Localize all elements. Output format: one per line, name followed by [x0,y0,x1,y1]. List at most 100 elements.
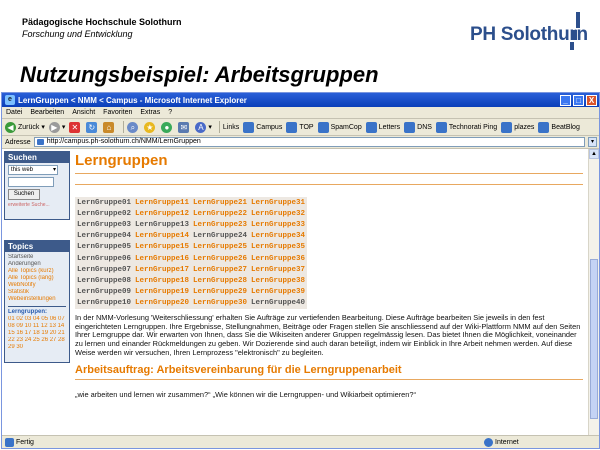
minimize-button[interactable]: _ [560,94,571,106]
group-link[interactable]: LernGruppe07 [75,264,133,275]
group-link[interactable]: LernGruppe29 [191,287,249,298]
link-letters[interactable]: Letters [365,121,400,133]
topic-webeinstellungen[interactable]: Webeinstellungen [8,296,66,303]
group-link[interactable]: LernGruppe24 [191,231,249,242]
group-link[interactable]: LernGruppe11 [133,197,191,208]
group-link[interactable]: LernGruppe27 [191,264,249,275]
menu-favoriten[interactable]: Favoriten [103,109,132,116]
group-link[interactable]: LernGruppe30 [191,298,249,309]
group-link[interactable]: LernGruppe21 [191,197,249,208]
group-link[interactable]: LernGruppe38 [249,275,307,286]
link-top[interactable]: TOP [286,121,314,133]
link-label: Campus [256,123,283,131]
group-number-links[interactable]: 08 09 10 11 12 13 14 [8,323,66,330]
topic-alle-lang[interactable]: Alle Topics (lang) [8,275,66,282]
search-toolbar-button[interactable]: ⌕ [127,121,140,133]
mail-button[interactable]: ✉ [178,121,191,133]
link-label: BeatBlog [551,123,580,131]
group-link[interactable]: LernGruppe19 [133,287,191,298]
stop-button[interactable]: ✕ [69,121,82,133]
group-link[interactable]: LernGruppe15 [133,242,191,253]
group-link[interactable]: LernGruppe04 [75,231,133,242]
topic-startseite[interactable]: Startseite [8,254,66,261]
group-link[interactable]: LernGruppe03 [75,219,133,230]
maximize-button[interactable]: □ [573,94,584,106]
group-link[interactable]: LernGruppe16 [133,253,191,264]
group-link[interactable]: LernGruppe25 [191,242,249,253]
font-button[interactable]: A ▾ [195,121,212,133]
link-label: Technorati Ping [448,123,498,131]
group-link[interactable]: LernGruppe10 [75,298,133,309]
vertical-scrollbar[interactable]: ▲ [588,149,599,436]
group-link[interactable]: LernGruppe12 [133,208,191,219]
refresh-button[interactable]: ↻ [86,121,99,133]
link-beatblog[interactable]: BeatBlog [538,121,580,133]
address-input[interactable]: http://campus.ph-solothurn.ch/NMM/LernGr… [33,137,585,147]
topic-statistik[interactable]: Statistik [8,289,66,296]
group-number-links[interactable]: 01 02 03 04 05 06 07 [8,316,66,323]
link-campus[interactable]: Campus [243,121,283,133]
group-number-links[interactable]: 15 16 17 18 19 20 21 [8,330,66,337]
group-link[interactable]: LernGruppe20 [133,298,191,309]
topic-aenderungen[interactable]: Änderungen [8,261,66,268]
group-link[interactable]: LernGruppe14 [133,231,191,242]
group-row: LernGruppe04 LernGruppe14 LernGruppe24 Lern… [75,231,307,242]
window-titlebar[interactable]: e LernGruppen < NMM < Campus - Microsoft… [2,93,599,107]
font-icon: A [195,121,207,133]
search-input[interactable] [8,177,54,187]
group-number-links[interactable]: 29 30 [8,344,66,351]
menu-help[interactable]: ? [168,109,172,116]
scroll-up-arrow-icon[interactable]: ▲ [589,149,599,159]
menu-bearbeiten[interactable]: Bearbeiten [30,109,64,116]
address-dropdown[interactable]: ▾ [588,137,597,147]
group-link[interactable]: LernGruppe40 [249,298,307,309]
group-link[interactable]: LernGruppe35 [249,242,307,253]
group-link[interactable]: LernGruppe13 [133,219,191,230]
group-link[interactable]: LernGruppe01 [75,197,133,208]
menu-ansicht[interactable]: Ansicht [72,109,95,116]
divider [75,184,583,185]
group-link[interactable]: LernGruppe02 [75,208,133,219]
group-link[interactable]: LernGruppe32 [249,208,307,219]
forward-button[interactable]: ▶ ▾ [48,121,65,133]
group-link[interactable]: LernGruppe26 [191,253,249,264]
group-link[interactable]: LernGruppe09 [75,287,133,298]
group-row: LernGruppe09 LernGruppe19 LernGruppe29 Lern… [75,287,307,298]
close-button[interactable]: X [586,94,597,106]
home-button[interactable]: ⌂ [103,121,116,133]
group-link[interactable]: LernGruppe37 [249,264,307,275]
menu-datei[interactable]: Datei [6,109,22,116]
group-link[interactable]: LernGruppe31 [249,197,307,208]
group-link[interactable]: LernGruppe06 [75,253,133,264]
media-button[interactable]: ● [161,121,174,133]
group-link[interactable]: LernGruppe36 [249,253,307,264]
group-link[interactable]: LernGruppe08 [75,275,133,286]
group-link[interactable]: LernGruppe17 [133,264,191,275]
group-link[interactable]: LernGruppe34 [249,231,307,242]
advanced-search-link[interactable]: erweiterte Suche... [8,202,66,208]
toolbar-separator [123,121,125,133]
link-plazes[interactable]: plazes [501,121,534,133]
link-technorati[interactable]: Technorati Ping [435,121,498,133]
topic-webnotify[interactable]: WebNotify [8,282,66,289]
menu-extras[interactable]: Extras [140,109,160,116]
group-link[interactable]: LernGruppe05 [75,242,133,253]
search-button[interactable]: Suchen [8,189,40,200]
group-link[interactable]: LernGruppe39 [249,287,307,298]
scroll-thumb[interactable] [590,259,598,419]
group-number-links[interactable]: 22 23 24 25 26 27 28 [8,337,66,344]
favorites-button[interactable]: ★ [144,121,157,133]
link-dns[interactable]: DNS [404,121,432,133]
group-link[interactable]: LernGruppe33 [249,219,307,230]
group-link[interactable]: LernGruppe22 [191,208,249,219]
search-scope-select[interactable]: this web [8,165,58,175]
stop-icon: ✕ [69,121,81,133]
globe-icon [484,437,493,447]
page-icon [501,121,513,133]
group-link[interactable]: LernGruppe23 [191,219,249,230]
group-link[interactable]: LernGruppe28 [191,275,249,286]
group-link[interactable]: LernGruppe18 [133,275,191,286]
link-spamcop[interactable]: SpamCop [317,121,362,133]
back-button[interactable]: ◀ Zurück ▾ [5,121,45,133]
topic-alle-kurz[interactable]: Alle Topics (kurz) [8,268,66,275]
